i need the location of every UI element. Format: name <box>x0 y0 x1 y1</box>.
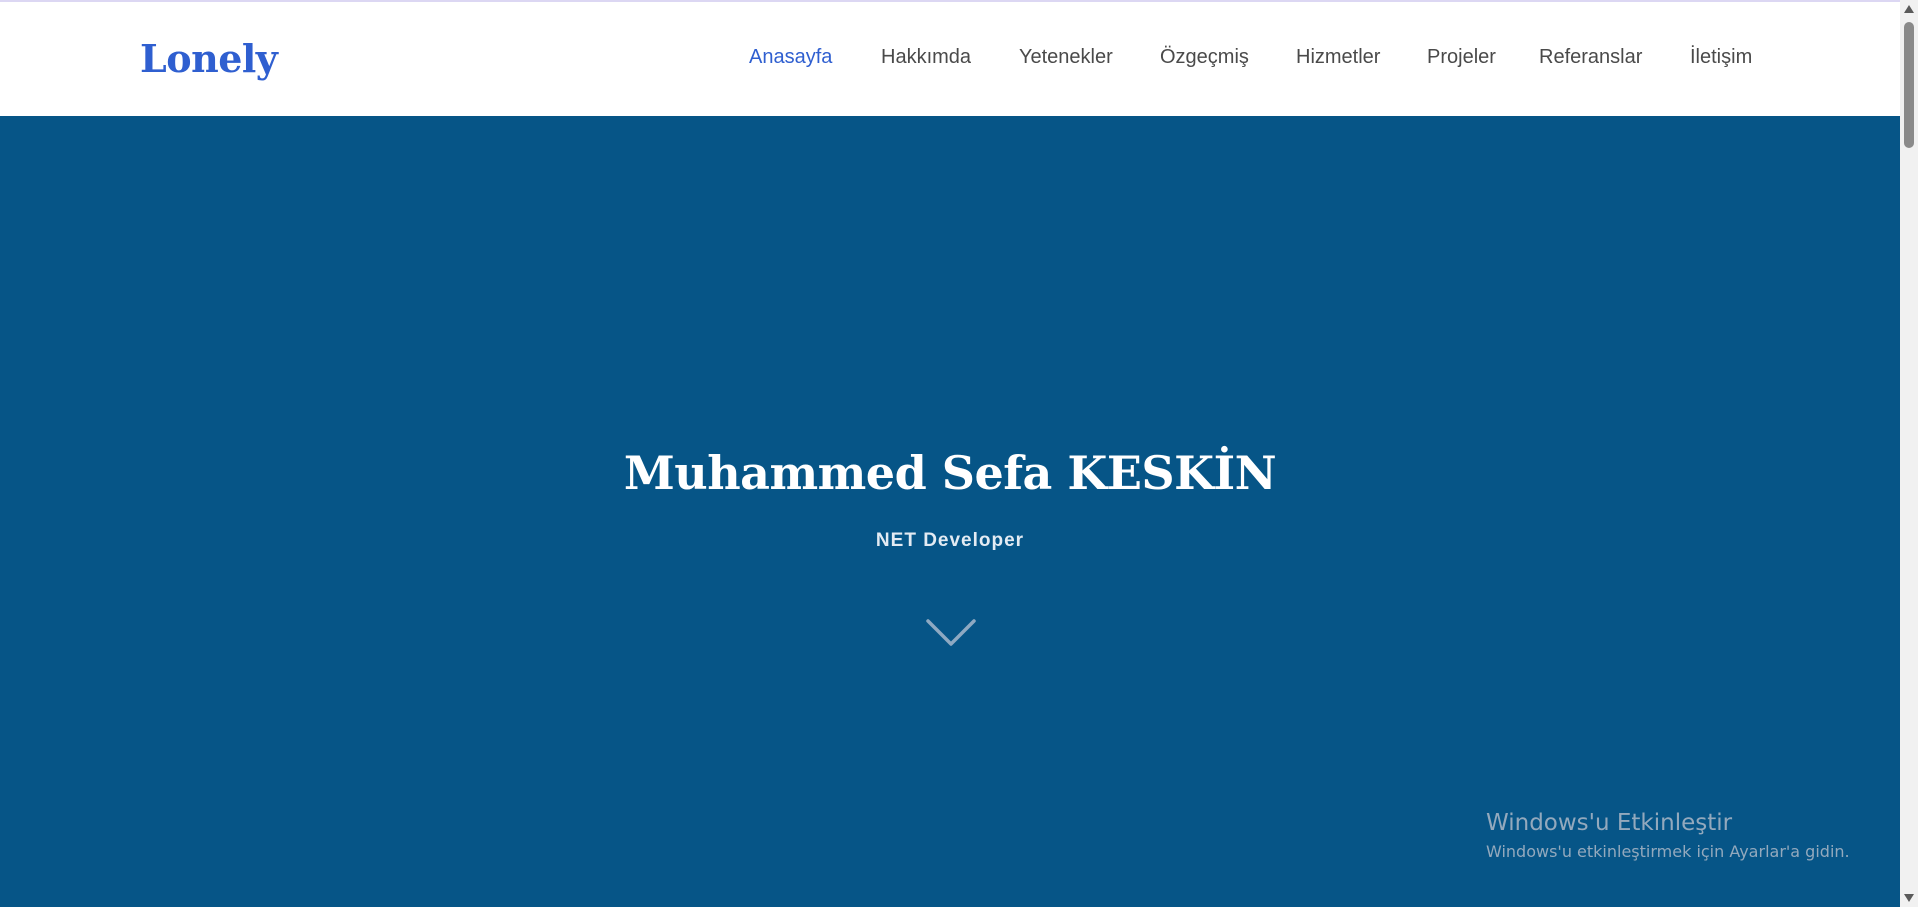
scrollbar-thumb[interactable] <box>1904 22 1914 148</box>
nav-link-hizmetler[interactable]: Hizmetler <box>1296 46 1380 69</box>
nav-link-anasayfa[interactable]: Anasayfa <box>749 46 832 69</box>
nav-link-hakkimda[interactable]: Hakkımda <box>881 46 971 69</box>
site-header: Lonely Anasayfa Hakkımda Yetenekler Özge… <box>0 2 1900 116</box>
main-nav: Anasayfa Hakkımda Yetenekler Özgeçmiş Hi… <box>0 46 1900 76</box>
nav-link-projeler[interactable]: Projeler <box>1427 46 1496 69</box>
windows-activation-title: Windows'u Etkinleştir <box>1486 810 1733 836</box>
hero-section: Muhammed Sefa KESKİN NET Developer Windo… <box>0 116 1900 907</box>
scroll-up-arrow-icon[interactable] <box>1904 5 1914 13</box>
nav-link-yetenekler[interactable]: Yetenekler <box>1019 46 1113 69</box>
vertical-scrollbar[interactable] <box>1900 0 1918 907</box>
nav-link-referanslar[interactable]: Referanslar <box>1539 46 1642 69</box>
nav-link-iletisim[interactable]: İletişim <box>1690 46 1752 69</box>
scroll-down-arrow-icon[interactable] <box>1904 894 1914 902</box>
nav-link-ozgecmis[interactable]: Özgeçmiş <box>1160 46 1249 69</box>
hero-title: Muhammed Sefa KESKİN <box>623 446 1277 500</box>
windows-activation-message: Windows'u etkinleştirmek için Ayarlar'a … <box>1486 842 1850 861</box>
windows-activation-watermark: Windows'u Etkinleştir Windows'u etkinleş… <box>1486 810 1886 861</box>
chevron-down-icon[interactable] <box>925 616 977 650</box>
hero-subtitle: NET Developer <box>875 530 1025 551</box>
